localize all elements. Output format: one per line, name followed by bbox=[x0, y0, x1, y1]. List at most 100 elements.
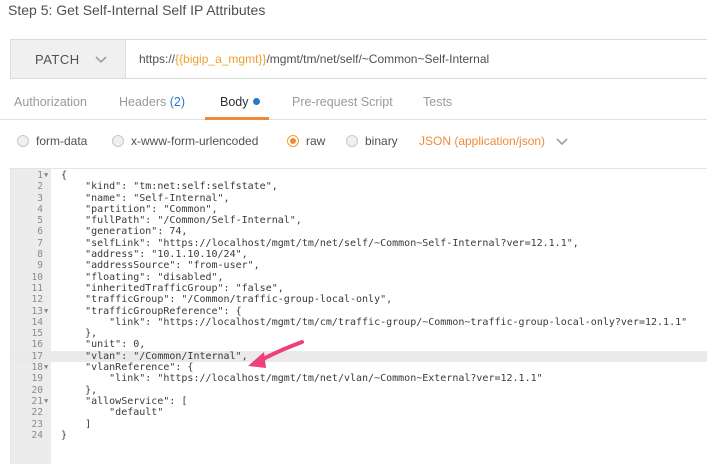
option-urlencoded[interactable]: x-www-form-urlencoded bbox=[112, 134, 258, 148]
line-number: 16 bbox=[31, 339, 43, 351]
body-type-options: form-data x-www-form-urlencoded raw bina… bbox=[0, 131, 707, 153]
code-text: "kind": "tm:net:self:selfstate", bbox=[61, 181, 278, 193]
code-line: 6 "generation": 74, bbox=[11, 226, 707, 237]
line-number: 18 bbox=[31, 362, 43, 374]
code-line: 8 "address": "10.1.10.10/24", bbox=[11, 249, 707, 260]
code-line: 10 "floating": "disabled", bbox=[11, 272, 707, 283]
code-line: 3 "name": "Self-Internal", bbox=[11, 193, 707, 204]
code-line: 9 "addressSource": "from-user", bbox=[11, 260, 707, 271]
code-text: "floating": "disabled", bbox=[61, 271, 224, 283]
option-form-data-label: form-data bbox=[36, 134, 88, 148]
line-number: 2 bbox=[37, 181, 43, 193]
code-line: 24} bbox=[11, 430, 707, 441]
line-number: 17 bbox=[31, 350, 43, 362]
code-line: 13 ▼ "trafficGroupReference": { bbox=[11, 306, 707, 317]
request-tabs: Authorization Headers (2) Body Pre-reque… bbox=[0, 86, 707, 120]
code-line: 12 "trafficGroup": "/Common/traffic-grou… bbox=[11, 294, 707, 305]
code-text: "default" bbox=[61, 407, 164, 419]
code-lines: 1 ▼{2 "kind": "tm:net:self:selfstate", 3 "… bbox=[11, 169, 707, 441]
code-editor[interactable]: 1 ▼{2 "kind": "tm:net:self:selfstate", 3 "… bbox=[10, 168, 707, 464]
code-line: 19 "link": "https://localhost/mgmt/tm/ne… bbox=[11, 373, 707, 384]
tab-authorization[interactable]: Authorization bbox=[14, 95, 87, 109]
line-number: 10 bbox=[31, 271, 43, 283]
code-text: "link": "https://localhost/mgmt/tm/net/v… bbox=[61, 373, 543, 385]
fold-triangle-icon[interactable]: ▼ bbox=[44, 306, 48, 317]
code-text: "partition": "Common", bbox=[61, 203, 218, 215]
code-line: 16 "unit": 0, bbox=[11, 339, 707, 350]
code-text: "unit": 0, bbox=[61, 339, 146, 351]
radio-raw[interactable] bbox=[287, 135, 299, 147]
option-binary-label: binary bbox=[365, 134, 398, 148]
tab-prerequest-script[interactable]: Pre-request Script bbox=[292, 95, 393, 109]
code-line: 11 "inheritedTrafficGroup": "false", bbox=[11, 283, 707, 294]
tab-headers[interactable]: Headers (2) bbox=[119, 95, 185, 109]
method-label: PATCH bbox=[35, 51, 80, 67]
code-text: ] bbox=[61, 418, 92, 430]
code-text: "link": "https://localhost/mgmt/tm/cm/tr… bbox=[61, 316, 688, 328]
content-type-dropdown[interactable]: JSON (application/json) bbox=[419, 134, 569, 148]
code-text: "address": "10.1.10.10/24", bbox=[61, 249, 248, 261]
code-text: }, bbox=[61, 328, 98, 340]
code-text: "generation": 74, bbox=[61, 226, 188, 238]
code-line: 23 ] bbox=[11, 419, 707, 430]
line-number: 5 bbox=[37, 215, 43, 227]
code-text: "inheritedTrafficGroup": "false", bbox=[61, 282, 284, 294]
code-line: 17 "vlan": "/Common/Internal", bbox=[11, 350, 707, 363]
active-tab-indicator bbox=[205, 117, 269, 120]
line-number: 23 bbox=[31, 418, 43, 430]
line-number: 20 bbox=[31, 384, 43, 396]
option-form-data[interactable]: form-data bbox=[17, 134, 87, 148]
chevron-down-icon bbox=[556, 138, 568, 146]
line-number: 4 bbox=[37, 203, 43, 215]
method-select[interactable]: PATCH bbox=[11, 40, 126, 78]
code-line: 7 "selfLink": "https://localhost/mgmt/tm… bbox=[11, 238, 707, 249]
radio-form-data[interactable] bbox=[17, 135, 29, 147]
line-number: 11 bbox=[31, 282, 43, 294]
code-text: "vlanReference": { bbox=[61, 362, 194, 374]
radio-binary[interactable] bbox=[346, 135, 358, 147]
code-line: 5 "fullPath": "/Common/Self-Internal", bbox=[11, 215, 707, 226]
tab-tests[interactable]: Tests bbox=[423, 95, 452, 109]
body-modified-dot bbox=[252, 98, 260, 106]
line-number: 9 bbox=[37, 260, 43, 272]
fold-triangle-icon[interactable]: ▼ bbox=[44, 362, 48, 373]
code-text: "vlan": "/Common/Internal", bbox=[61, 350, 248, 362]
code-line: 14 "link": "https://localhost/mgmt/tm/cm… bbox=[11, 317, 707, 328]
option-raw[interactable]: raw bbox=[287, 134, 325, 148]
code-line: 15 }, bbox=[11, 328, 707, 339]
code-line: 21 ▼ "allowService": [ bbox=[11, 396, 707, 407]
annotation-arrow-icon bbox=[248, 340, 304, 368]
code-text: "selfLink": "https://localhost/mgmt/tm/n… bbox=[61, 237, 579, 249]
line-number: 21 bbox=[31, 395, 43, 407]
option-binary[interactable]: binary bbox=[346, 134, 398, 148]
url-prefix: https:// bbox=[139, 52, 176, 66]
url-variable: {{bigip_a_mgmt}} bbox=[175, 52, 267, 66]
line-number: 8 bbox=[37, 249, 43, 261]
line-number: 19 bbox=[31, 373, 43, 385]
line-number: 24 bbox=[31, 429, 43, 441]
code-line: 22 "default" bbox=[11, 407, 707, 418]
option-urlencoded-label: x-www-form-urlencoded bbox=[131, 134, 259, 148]
code-text: "allowService": [ bbox=[61, 395, 188, 407]
radio-urlencoded[interactable] bbox=[112, 135, 124, 147]
step-title[interactable]: Step 5: Get Self-Internal Self IP Attrib… bbox=[0, 0, 707, 22]
fold-triangle-icon[interactable]: ▼ bbox=[44, 170, 48, 181]
line-number: 7 bbox=[37, 237, 43, 249]
line-number: 14 bbox=[31, 316, 43, 328]
line-number: 6 bbox=[37, 226, 43, 238]
headers-count-badge: (2) bbox=[169, 95, 186, 109]
fold-triangle-icon[interactable]: ▼ bbox=[44, 396, 48, 407]
code-text: { bbox=[61, 170, 68, 181]
code-text: "name": "Self-Internal", bbox=[61, 192, 230, 204]
url-input[interactable]: https://{{bigip_a_mgmt}}/mgmt/tm/net/sel… bbox=[126, 52, 489, 66]
url-suffix: /mgmt/tm/net/self/~Common~Self-Internal bbox=[266, 52, 490, 66]
step-title-text: Step 5: Get Self-Internal Self IP Attrib… bbox=[8, 2, 266, 18]
tab-body[interactable]: Body bbox=[220, 95, 260, 109]
content-type-label: JSON (application/json) bbox=[419, 134, 546, 148]
line-number: 3 bbox=[37, 192, 43, 204]
request-url-bar: PATCH https://{{bigip_a_mgmt}}/mgmt/tm/n… bbox=[10, 39, 707, 79]
line-number: 12 bbox=[31, 294, 43, 306]
code-text: } bbox=[61, 429, 68, 441]
code-line: 2 "kind": "tm:net:self:selfstate", bbox=[11, 181, 707, 192]
code-text: }, bbox=[61, 384, 98, 396]
